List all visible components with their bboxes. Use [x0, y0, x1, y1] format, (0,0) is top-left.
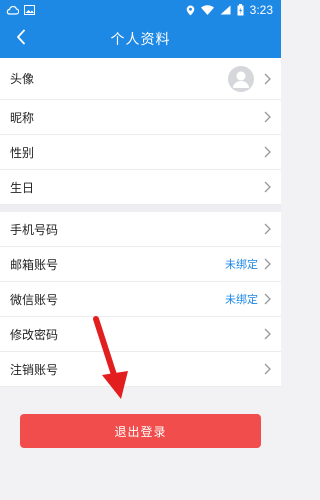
- nickname-row[interactable]: 昵称: [0, 100, 281, 135]
- wifi-icon: [200, 5, 214, 15]
- app-bar: 个人资料: [0, 20, 281, 58]
- change-password-row[interactable]: 修改密码: [0, 317, 281, 352]
- row-label: 修改密码: [10, 327, 59, 342]
- chevron-right-icon: [264, 223, 271, 235]
- status-left-icons: [6, 5, 35, 15]
- back-button[interactable]: [6, 20, 36, 58]
- chevron-left-icon: [16, 29, 26, 49]
- chevron-right-icon: [264, 258, 271, 270]
- row-value: 未绑定: [225, 258, 258, 271]
- image-icon: [24, 5, 35, 15]
- account-group: 手机号码 邮箱账号 未绑定 微信账号 未绑定 修改密码 注销账号: [0, 212, 281, 387]
- row-label: 生日: [10, 180, 35, 195]
- cloud-icon: [6, 5, 19, 15]
- status-bar: 3:23: [0, 0, 281, 20]
- row-label: 性别: [10, 145, 35, 160]
- row-label: 头像: [10, 72, 35, 86]
- delete-account-row[interactable]: 注销账号: [0, 352, 281, 387]
- battery-icon: [237, 4, 244, 16]
- chevron-right-icon: [264, 111, 271, 123]
- chevron-right-icon: [264, 328, 271, 340]
- phone-row[interactable]: 手机号码: [0, 212, 281, 247]
- logout-button[interactable]: 退出登录: [20, 414, 261, 448]
- profile-group: 头像 昵称 性别 生日: [0, 58, 281, 205]
- row-label: 微信账号: [10, 292, 59, 307]
- chevron-right-icon: [264, 363, 271, 375]
- row-value: 未绑定: [225, 293, 258, 306]
- chevron-right-icon: [264, 73, 271, 85]
- status-time: 3:23: [249, 3, 273, 17]
- gender-row[interactable]: 性别: [0, 135, 281, 170]
- row-label: 昵称: [10, 110, 35, 125]
- signal-icon: [220, 5, 231, 15]
- location-icon: [186, 5, 195, 16]
- email-row[interactable]: 邮箱账号 未绑定: [0, 247, 281, 282]
- row-label: 手机号码: [10, 222, 59, 237]
- row-label: 邮箱账号: [10, 257, 59, 272]
- row-label: 注销账号: [10, 362, 59, 377]
- avatar[interactable]: [228, 65, 254, 92]
- user-icon: [233, 71, 249, 88]
- chevron-right-icon: [264, 146, 271, 158]
- status-right-icons: 3:23: [186, 3, 273, 17]
- birthday-row[interactable]: 生日: [0, 170, 281, 205]
- page-title: 个人资料: [110, 32, 171, 48]
- section-divider: [0, 205, 281, 212]
- chevron-right-icon: [264, 181, 271, 193]
- chevron-right-icon: [264, 293, 271, 305]
- logout-container: 退出登录: [0, 414, 281, 448]
- wechat-row[interactable]: 微信账号 未绑定: [0, 282, 281, 317]
- avatar-row[interactable]: 头像: [0, 58, 281, 100]
